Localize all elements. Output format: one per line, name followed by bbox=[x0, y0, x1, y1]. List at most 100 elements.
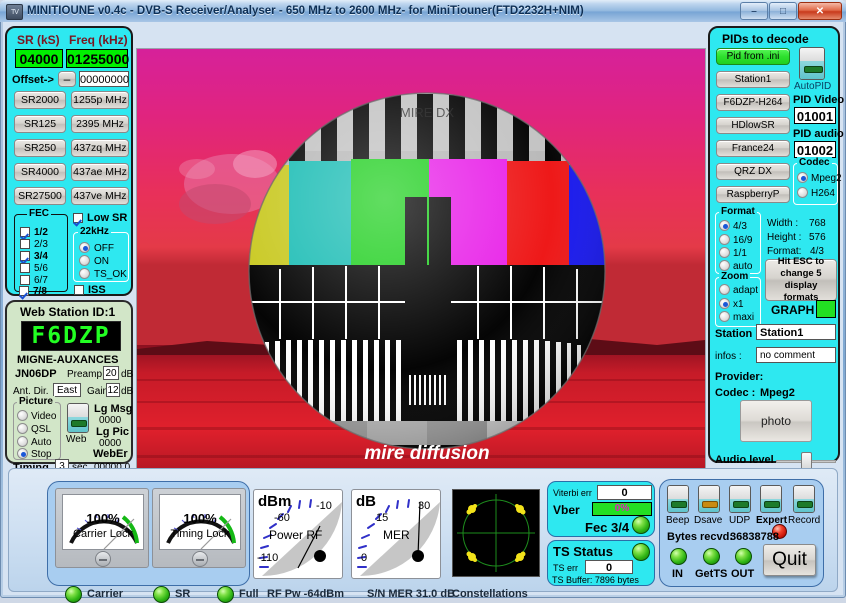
format-title: Format bbox=[719, 206, 757, 217]
offset-sign-button[interactable]: – bbox=[58, 71, 76, 87]
fec-checkbox-5[interactable] bbox=[19, 286, 29, 296]
esc-hint-button[interactable]: Hit ESC to change 5 display formats bbox=[765, 259, 837, 301]
picture-radio-1[interactable] bbox=[17, 423, 28, 434]
codec-label-1: H264 bbox=[811, 188, 835, 199]
fec-checkbox-3[interactable] bbox=[20, 263, 30, 273]
rf-power-readout: RF Pw -64dBm bbox=[267, 588, 344, 600]
pid-button-1[interactable]: Station1 bbox=[716, 71, 790, 88]
carrier-lock-knob[interactable] bbox=[95, 551, 111, 567]
format-label-0: 4/3 bbox=[733, 221, 747, 232]
udp-switch[interactable] bbox=[729, 485, 751, 513]
zoom-radio-0[interactable] bbox=[719, 284, 730, 295]
photo-button[interactable]: photo bbox=[740, 400, 812, 442]
pids-title: PIDs to decode bbox=[722, 32, 809, 46]
sr-preset-4[interactable]: SR27500 bbox=[14, 187, 66, 205]
dsave-switch[interactable] bbox=[698, 485, 720, 513]
in-led bbox=[670, 548, 687, 565]
codec-radio-0[interactable] bbox=[797, 172, 808, 183]
full-status-led bbox=[217, 586, 234, 603]
pid-button-0[interactable]: Pid from .ini bbox=[716, 48, 790, 65]
khz22-title: 22kHz bbox=[78, 226, 111, 237]
fec-checkbox-4[interactable] bbox=[20, 275, 30, 285]
pid-button-2[interactable]: F6DZP-H264 bbox=[716, 94, 790, 111]
lg-pic-label: Lg Pic bbox=[96, 426, 129, 438]
sr-preset-2[interactable]: SR250 bbox=[14, 139, 66, 157]
gain-input[interactable]: 12 bbox=[106, 383, 120, 397]
sr-value-input[interactable]: 04000 bbox=[15, 49, 63, 68]
zoom-radio-1[interactable] bbox=[719, 298, 730, 309]
freq-preset-4[interactable]: 437ve MHz bbox=[71, 187, 129, 205]
in-label: IN bbox=[672, 568, 683, 580]
pid-audio-input[interactable]: 01002 bbox=[794, 141, 836, 158]
freq-preset-0[interactable]: 1255p MHz bbox=[71, 91, 129, 109]
ts-err-value: 0 bbox=[585, 560, 633, 574]
format-radio-3[interactable] bbox=[719, 260, 730, 271]
zoom-radio-2[interactable] bbox=[719, 311, 730, 322]
freq-preset-3[interactable]: 437ae MHz bbox=[71, 163, 129, 181]
pid-button-5[interactable]: QRZ DX bbox=[716, 163, 790, 180]
beep-switch[interactable] bbox=[667, 485, 689, 513]
autopid-label: AutoPID bbox=[794, 81, 831, 92]
fec-label-4: 6/7 bbox=[34, 275, 48, 286]
picture-radio-0[interactable] bbox=[17, 410, 28, 421]
pid-button-3[interactable]: HDlowSR bbox=[716, 117, 790, 134]
zoom-group: Zoom adapt x1 maxi bbox=[715, 277, 761, 327]
format-radio-2[interactable] bbox=[719, 247, 730, 258]
offset-value-input[interactable]: 00000000 bbox=[79, 71, 129, 87]
fec-checkbox-0[interactable] bbox=[20, 227, 30, 237]
sr-preset-3[interactable]: SR4000 bbox=[14, 163, 66, 181]
khz22-radio-1[interactable] bbox=[79, 255, 90, 266]
iss-checkbox[interactable] bbox=[74, 285, 84, 295]
autopid-rocker-switch[interactable] bbox=[799, 47, 825, 80]
fec-checkbox-1[interactable] bbox=[20, 239, 30, 249]
fec-label-3: 5/6 bbox=[34, 263, 48, 274]
picture-group: Picture Video QSL Auto Stop bbox=[13, 402, 61, 460]
freq-preset-2[interactable]: 437zq MHz bbox=[71, 139, 129, 157]
picture-radio-2[interactable] bbox=[17, 436, 28, 447]
timing-lock-knob[interactable] bbox=[192, 551, 208, 567]
carrier-status-label: Carrier bbox=[87, 588, 123, 600]
format-label-2: 1/1 bbox=[733, 248, 747, 259]
pid-button-4[interactable]: France24 bbox=[716, 140, 790, 157]
weber-label: WebEr bbox=[93, 448, 128, 460]
codec-radio-1[interactable] bbox=[797, 187, 808, 198]
codec-info-label: Codec : bbox=[715, 387, 755, 399]
freq-preset-1[interactable]: 2395 MHz bbox=[71, 115, 129, 133]
format-radio-0[interactable] bbox=[719, 220, 730, 231]
low-sr-checkbox[interactable] bbox=[73, 213, 83, 223]
ant-dir-input[interactable]: East bbox=[53, 383, 81, 397]
sr-preset-1[interactable]: SR125 bbox=[14, 115, 66, 133]
minimize-button[interactable]: – bbox=[740, 2, 768, 20]
ts-err-label: TS err bbox=[553, 563, 578, 573]
gain-unit: dB bbox=[121, 386, 133, 397]
infos-input[interactable]: no comment bbox=[756, 347, 836, 363]
freq-value-input[interactable]: 01255000 bbox=[66, 49, 128, 68]
graph-indicator[interactable] bbox=[816, 300, 836, 318]
constellations-label: Constellations bbox=[452, 588, 528, 600]
web-rocker-switch[interactable] bbox=[67, 403, 89, 433]
vber-bar: 0% bbox=[592, 502, 652, 516]
power-rf-unit: dBm bbox=[258, 493, 291, 510]
pid-video-input[interactable]: 01001 bbox=[794, 107, 836, 124]
close-button[interactable]: ✕ bbox=[798, 2, 842, 20]
expert-switch[interactable] bbox=[760, 485, 782, 513]
codec-group: Codec Mpeg2 H264 bbox=[793, 163, 838, 205]
fec-checkbox-2[interactable] bbox=[20, 251, 30, 261]
sr-preset-0[interactable]: SR2000 bbox=[14, 91, 66, 109]
khz22-label-2: TS_OK bbox=[94, 269, 127, 280]
video-display[interactable]: mire diffusion MIRE DX bbox=[136, 48, 706, 485]
khz22-radio-2[interactable] bbox=[79, 268, 90, 279]
maximize-button[interactable]: □ bbox=[769, 2, 797, 20]
power-rf-tick-bottom: -110 bbox=[257, 552, 278, 564]
format-radio-1[interactable] bbox=[719, 234, 730, 245]
fec-group: FEC 1/2 2/3 3/4 5/6 6/7 bbox=[14, 214, 68, 292]
pid-button-6[interactable]: RaspberryP bbox=[716, 186, 790, 203]
record-switch[interactable] bbox=[793, 485, 815, 513]
quit-button[interactable]: Quit bbox=[763, 544, 816, 576]
khz22-radio-0[interactable] bbox=[79, 242, 90, 253]
picture-radio-3[interactable] bbox=[17, 448, 28, 459]
station-input[interactable]: Station1 bbox=[756, 324, 836, 340]
constellation-display[interactable] bbox=[452, 489, 540, 577]
sr-status-led bbox=[153, 586, 170, 603]
preamp-input[interactable]: 20 bbox=[103, 366, 119, 380]
